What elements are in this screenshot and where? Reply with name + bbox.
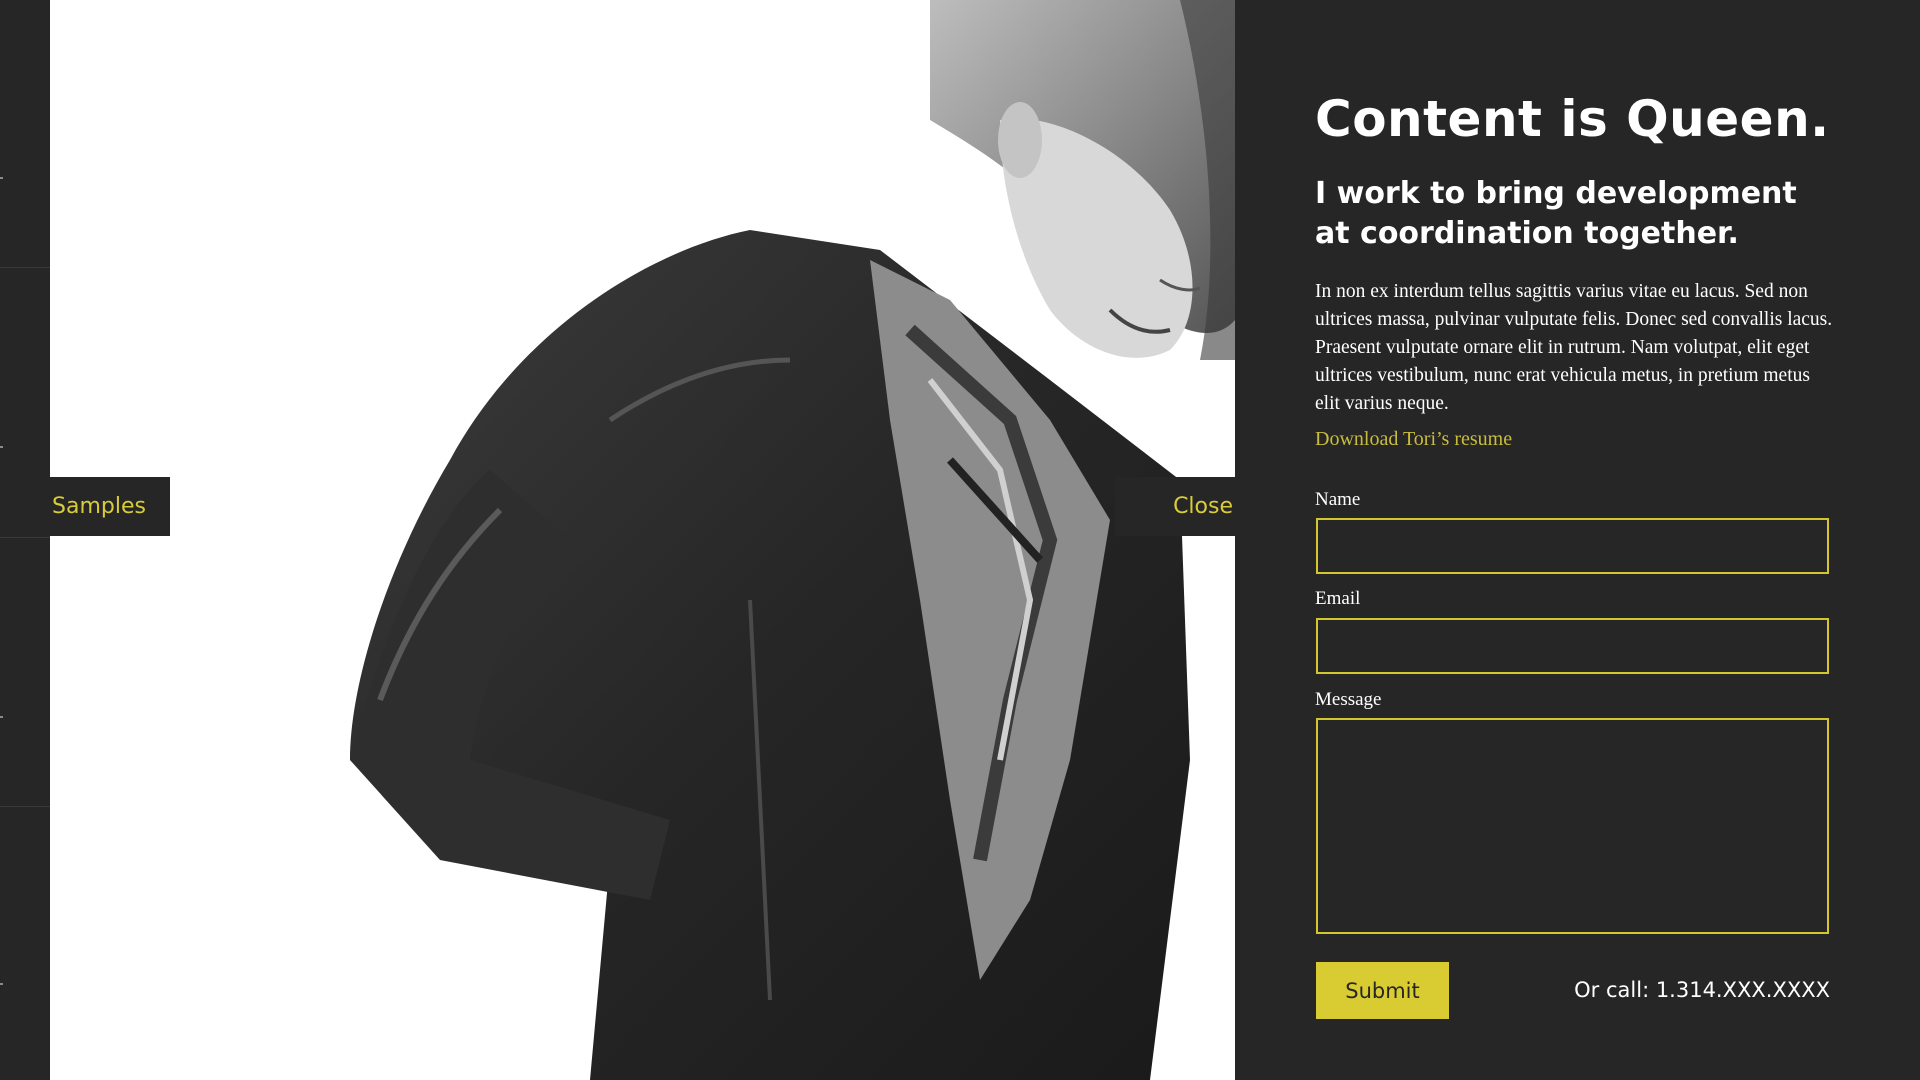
close-tab-label: Close: [1173, 494, 1233, 519]
portrait-illustration: [350, 0, 1235, 1080]
rail-tick: [0, 983, 3, 985]
message-field[interactable]: [1316, 718, 1829, 934]
rail-divider: [0, 537, 50, 538]
page-title: Content is Queen.: [1315, 90, 1830, 148]
name-field[interactable]: [1316, 518, 1829, 574]
samples-tab-label: Samples: [52, 494, 146, 519]
intro-paragraph: In non ex interdum tellus sagittis variu…: [1315, 281, 1833, 414]
rail-divider: [0, 806, 50, 807]
rail-tick: [0, 446, 3, 448]
contact-panel: Content is Queen. I work to bring develo…: [1235, 0, 1920, 1080]
name-label: Name: [1315, 489, 1361, 510]
call-phone-text: Or call: 1.314.XXX.XXXX: [1574, 978, 1830, 1002]
left-rail: [0, 0, 50, 1080]
page-subtitle: I work to bring development at coordinat…: [1315, 176, 1797, 251]
rail-divider: [0, 267, 50, 268]
portrait-photo: [50, 0, 1235, 1080]
submit-button[interactable]: Submit: [1316, 962, 1449, 1019]
close-tab[interactable]: Close: [1115, 477, 1235, 536]
rail-tick: [0, 177, 3, 179]
email-label: Email: [1315, 588, 1361, 609]
email-field[interactable]: [1316, 618, 1829, 674]
rail-tick: [0, 716, 3, 718]
download-resume-link[interactable]: Download Tori’s resume: [1315, 428, 1512, 451]
samples-tab[interactable]: Samples: [50, 477, 170, 536]
message-label: Message: [1315, 689, 1382, 710]
